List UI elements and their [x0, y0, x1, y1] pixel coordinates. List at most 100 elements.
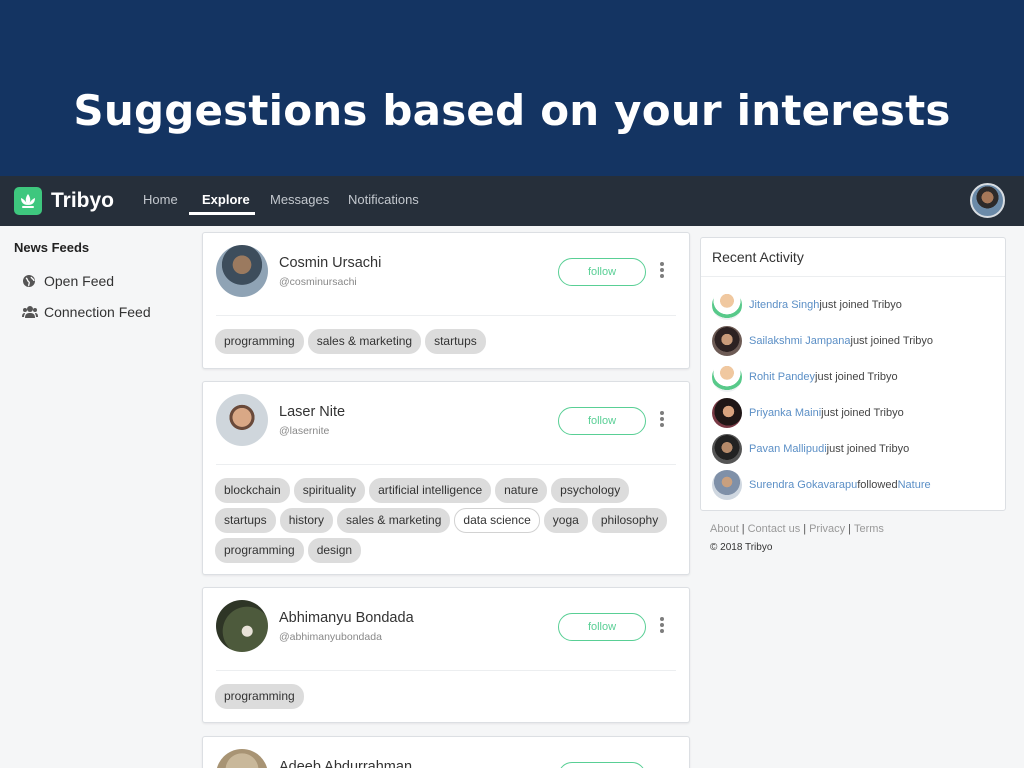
nav-notifications[interactable]: Notifications — [348, 192, 419, 207]
activity-item: Rohit Pandey just joined Tribyo — [712, 362, 898, 392]
sidebar-item-open-feed[interactable]: Open Feed — [22, 273, 114, 289]
interest-tag[interactable]: sales & marketing — [337, 508, 451, 533]
footer-links: About | Contact us | Privacy | Terms — [710, 523, 884, 535]
footer-separator: | — [803, 523, 807, 535]
footer-link-about[interactable]: About — [710, 523, 739, 535]
activity-item: Pavan Mallipudi just joined Tribyo — [712, 434, 909, 464]
user-name[interactable]: Laser Nite — [279, 404, 345, 420]
interest-tag[interactable]: blockchain — [215, 478, 290, 503]
activity-action: just joined Tribyo — [815, 371, 898, 383]
activity-action: just joined Tribyo — [819, 299, 902, 311]
follow-button[interactable]: follow — [558, 407, 646, 435]
user-handle: @cosminursachi — [279, 276, 357, 288]
follow-button[interactable]: follow — [558, 613, 646, 641]
avatar[interactable] — [712, 398, 742, 428]
users-icon — [22, 305, 38, 319]
interest-tag[interactable]: sales & marketing — [307, 329, 422, 354]
activity-user-link[interactable]: Priyanka Maini — [749, 407, 821, 419]
more-options-icon[interactable] — [659, 617, 665, 637]
divider — [216, 670, 676, 671]
activity-target-link[interactable]: Nature — [898, 479, 931, 491]
nav-explore[interactable]: Explore — [202, 192, 250, 207]
activity-action: just joined Tribyo — [826, 443, 910, 455]
logo-text[interactable]: Tribyo — [51, 189, 114, 213]
interest-tags: programming — [215, 684, 677, 709]
activity-user-link[interactable]: Sailakshmi Jampana — [749, 335, 851, 347]
sidebar-item-connection-feed[interactable]: Connection Feed — [22, 304, 151, 320]
follow-button[interactable]: follow — [558, 258, 646, 286]
footer-separator: | — [741, 523, 745, 535]
activity-user-link[interactable]: Surendra Gokavarapu — [749, 479, 857, 491]
follow-button[interactable]: follow — [558, 762, 646, 768]
activity-action: just joined Tribyo — [821, 407, 904, 419]
divider — [701, 276, 1005, 277]
avatar[interactable] — [216, 245, 268, 297]
user-name[interactable]: Cosmin Ursachi — [279, 255, 381, 271]
avatar[interactable] — [712, 470, 742, 500]
divider — [216, 315, 676, 316]
banner-title: Suggestions based on your interests — [73, 86, 951, 135]
activity-action: just joined Tribyo — [850, 335, 934, 347]
interest-tag[interactable]: design — [307, 538, 362, 563]
interest-tag[interactable]: startups — [425, 329, 486, 354]
news-feeds-heading: News Feeds — [14, 240, 90, 255]
avatar[interactable] — [216, 749, 268, 768]
top-navbar: Tribyo Home Explore Messages Notificatio… — [0, 176, 1024, 226]
interest-tags: programming sales & marketing startups — [215, 329, 677, 354]
interest-tag[interactable]: nature — [495, 478, 548, 503]
open-feed-label: Open Feed — [44, 273, 115, 289]
suggestion-card: Abhimanyu Bondada @abhimanyubondada foll… — [202, 587, 690, 723]
recent-activity-title: Recent Activity — [712, 249, 804, 265]
suggestion-card: Cosmin Ursachi @cosminursachi follow pro… — [202, 232, 690, 369]
globe-icon — [22, 274, 36, 288]
interest-tag[interactable]: spirituality — [293, 478, 366, 503]
interest-tag[interactable]: philosophy — [591, 508, 668, 533]
tribyo-logo-icon[interactable] — [14, 187, 42, 215]
interest-tags: blockchain spirituality artificial intel… — [215, 478, 677, 563]
activity-item: Priyanka Maini just joined Tribyo — [712, 398, 904, 428]
suggestion-card: Laser Nite @lasernite follow blockchain … — [202, 381, 690, 575]
user-handle: @abhimanyubondada — [279, 631, 382, 643]
divider — [216, 464, 676, 465]
interest-tag[interactable]: programming — [215, 684, 304, 709]
slide-banner: Suggestions based on your interests — [0, 0, 1024, 176]
nav-messages[interactable]: Messages — [270, 192, 329, 207]
user-name[interactable]: Adeeb Abdurrahman — [279, 759, 412, 768]
footer-link-terms[interactable]: Terms — [854, 523, 884, 535]
avatar[interactable] — [712, 326, 742, 356]
copyright: © 2018 Tribyo — [710, 542, 773, 553]
interest-tag[interactable]: psychology — [551, 478, 630, 503]
interest-tag[interactable]: artificial intelligence — [369, 478, 492, 503]
footer-separator: | — [848, 523, 851, 535]
active-tab-indicator — [189, 212, 255, 215]
footer-link-privacy[interactable]: Privacy — [809, 523, 845, 535]
activity-user-link[interactable]: Jitendra Singh — [749, 299, 819, 311]
activity-user-link[interactable]: Pavan Mallipudi — [749, 443, 827, 455]
footer-link-contact[interactable]: Contact us — [748, 523, 801, 535]
user-handle: @lasernite — [279, 425, 330, 437]
user-name[interactable]: Abhimanyu Bondada — [279, 610, 414, 626]
avatar[interactable] — [216, 394, 268, 446]
interest-tag[interactable]: yoga — [543, 508, 588, 533]
recent-activity-panel: Recent Activity Jitendra Singh just join… — [700, 237, 1006, 511]
interest-tag-shared[interactable]: data science — [454, 508, 540, 533]
avatar[interactable] — [216, 600, 268, 652]
user-avatar[interactable] — [970, 183, 1005, 218]
avatar-icon[interactable] — [712, 290, 742, 320]
interest-tag[interactable]: history — [279, 508, 334, 533]
avatar-icon[interactable] — [712, 362, 742, 392]
activity-item: Sailakshmi Jampana just joined Tribyo — [712, 326, 933, 356]
more-options-icon[interactable] — [659, 411, 665, 431]
connection-feed-label: Connection Feed — [44, 304, 151, 320]
nav-home[interactable]: Home — [143, 192, 178, 207]
activity-action: followed — [857, 479, 898, 491]
interest-tag[interactable]: programming — [215, 538, 304, 563]
interest-tag[interactable]: startups — [215, 508, 276, 533]
activity-item: Surendra Gokavarapu followed Nature — [712, 470, 931, 500]
interest-tag[interactable]: programming — [215, 329, 304, 354]
activity-item: Jitendra Singh just joined Tribyo — [712, 290, 902, 320]
suggestion-card: Adeeb Abdurrahman follow — [202, 736, 690, 768]
activity-user-link[interactable]: Rohit Pandey — [749, 371, 815, 383]
avatar[interactable] — [712, 434, 742, 464]
more-options-icon[interactable] — [659, 262, 665, 282]
